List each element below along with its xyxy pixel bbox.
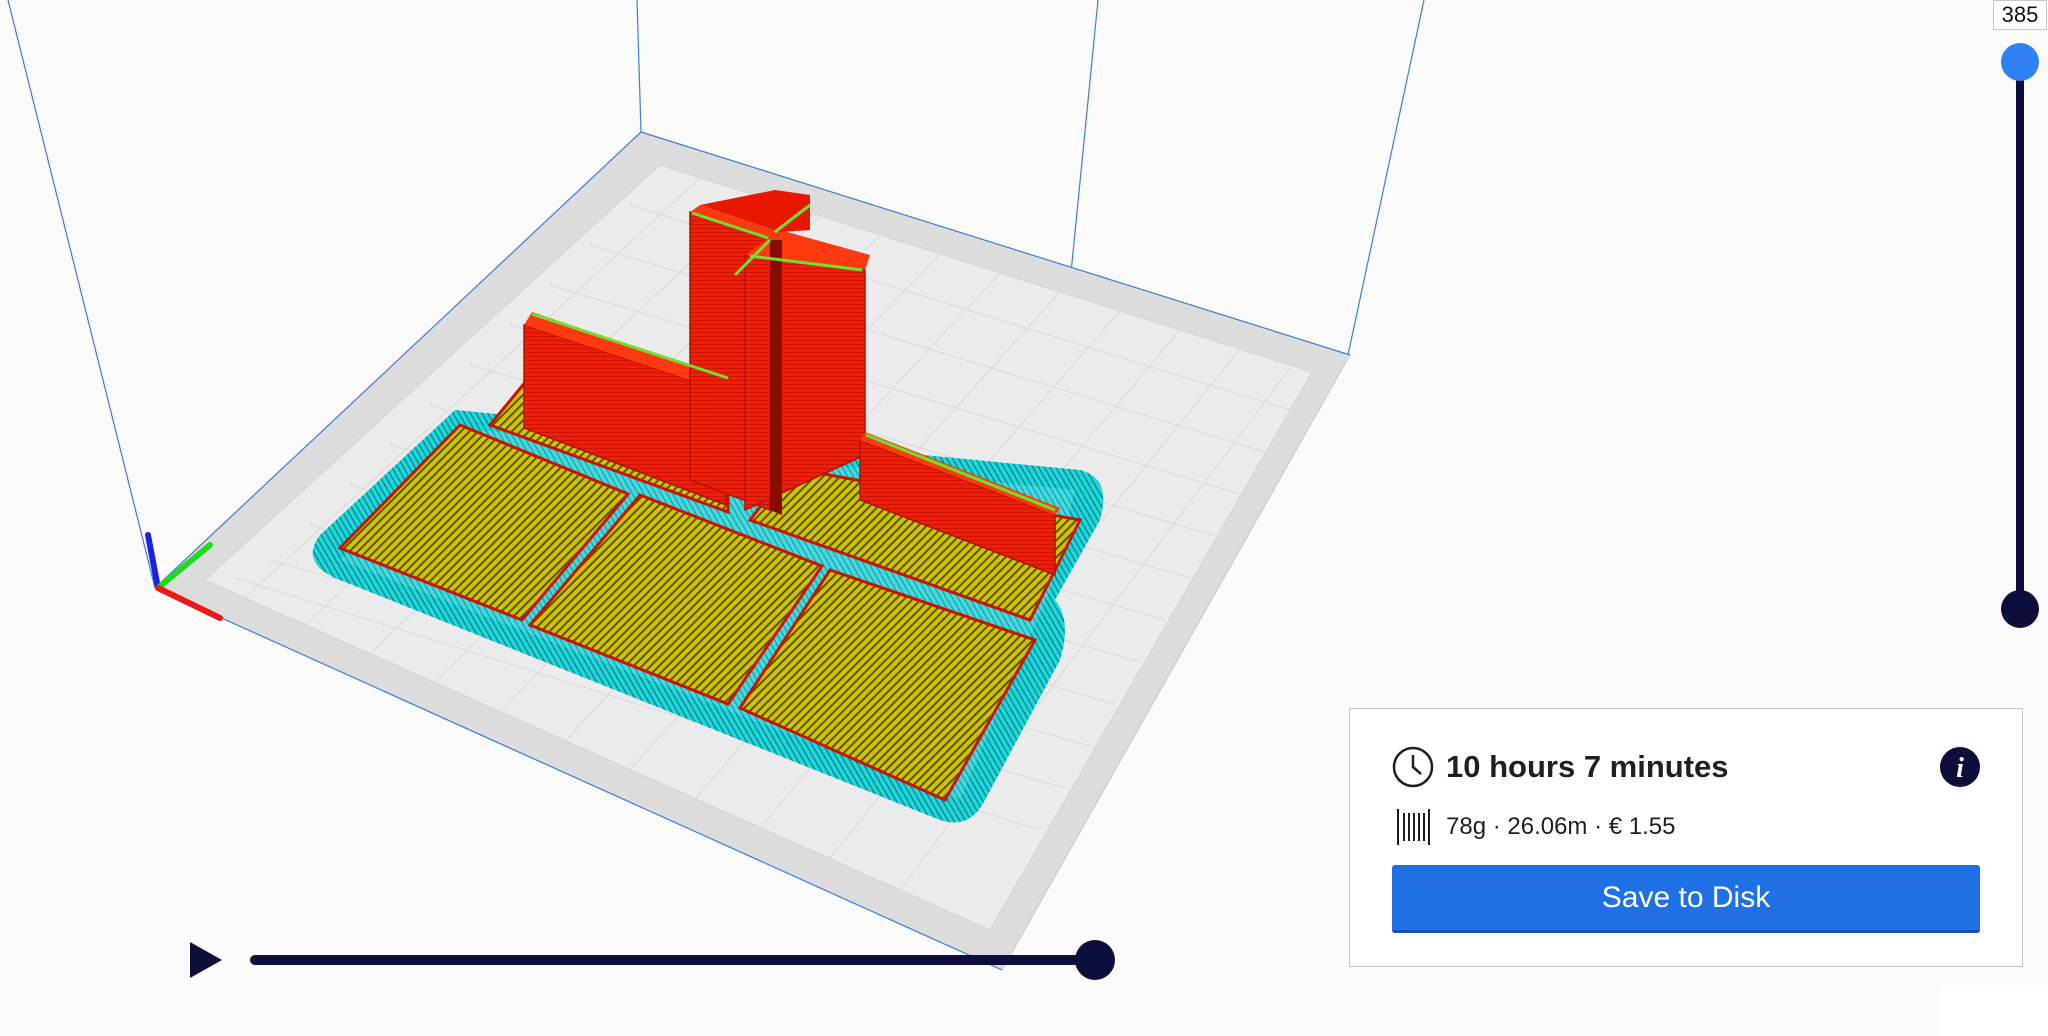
layer-slider-top-handle[interactable] xyxy=(2001,43,2039,81)
material-usage-stats: 78g · 26.06m · € 1.55 xyxy=(1446,813,1676,840)
svg-text:i: i xyxy=(1956,753,1964,784)
info-icon[interactable]: i xyxy=(1939,746,1981,788)
play-button[interactable] xyxy=(188,940,224,980)
play-icon xyxy=(190,942,222,978)
filament-spool-icon xyxy=(1397,809,1430,845)
layer-slider-bottom-handle[interactable] xyxy=(2001,590,2039,628)
save-to-disk-button[interactable]: Save to Disk xyxy=(1392,865,1980,933)
clock-icon xyxy=(1392,746,1434,788)
print-info-panel: 10 hours 7 minutes i 78g · 26.06m · € 1.… xyxy=(1349,708,2023,967)
current-layer-label: 385 xyxy=(1993,0,2047,30)
path-slider-track[interactable] xyxy=(250,955,1095,965)
path-slider-handle[interactable] xyxy=(1075,940,1115,980)
corner-panel xyxy=(1940,985,2048,1036)
layer-slider-track[interactable] xyxy=(2016,62,2024,610)
print-time-estimate: 10 hours 7 minutes xyxy=(1446,749,1729,784)
